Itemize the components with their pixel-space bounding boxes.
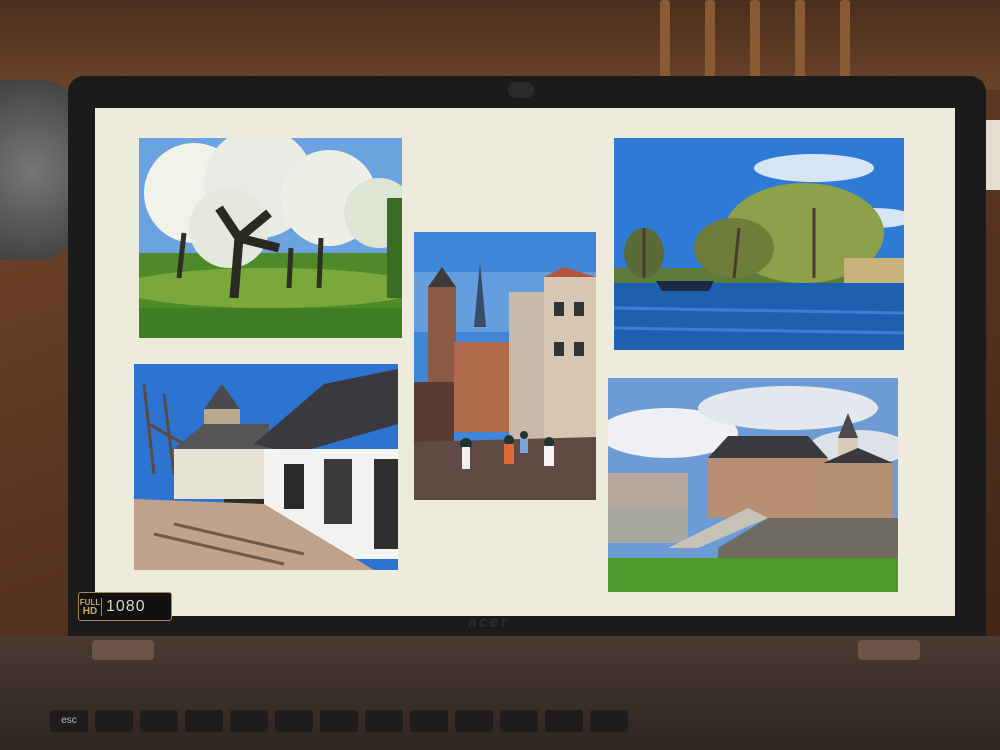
key-f10[interactable]: [500, 710, 538, 732]
photo-orchard: [139, 138, 402, 338]
key-f12[interactable]: [590, 710, 628, 732]
photo-cyclists-town: [414, 232, 596, 500]
badge-hd-label: HD: [82, 605, 98, 617]
key-f9[interactable]: [455, 710, 493, 732]
key-esc[interactable]: esc: [50, 710, 88, 732]
keyboard: esc: [40, 704, 980, 750]
key-f8[interactable]: [410, 710, 448, 732]
key-f2[interactable]: [140, 710, 178, 732]
hinge-right: [858, 640, 920, 660]
photo-town-hall: [608, 378, 898, 592]
key-f3[interactable]: [185, 710, 223, 732]
badge-resolution: 1080: [106, 597, 146, 615]
key-f4[interactable]: [230, 710, 268, 732]
key-f6[interactable]: [320, 710, 358, 732]
key-f5[interactable]: [275, 710, 313, 732]
hinge-left: [92, 640, 154, 660]
key-f1[interactable]: [95, 710, 133, 732]
chair-back: [660, 0, 880, 80]
photo-river-boat: [614, 138, 904, 350]
key-f7[interactable]: [365, 710, 403, 732]
brand-logo: acer: [468, 614, 509, 631]
webcam: [508, 82, 534, 98]
full-hd-badge: FULL HD 1080: [78, 592, 172, 621]
photo-village-street: [134, 364, 398, 570]
key-f11[interactable]: [545, 710, 583, 732]
